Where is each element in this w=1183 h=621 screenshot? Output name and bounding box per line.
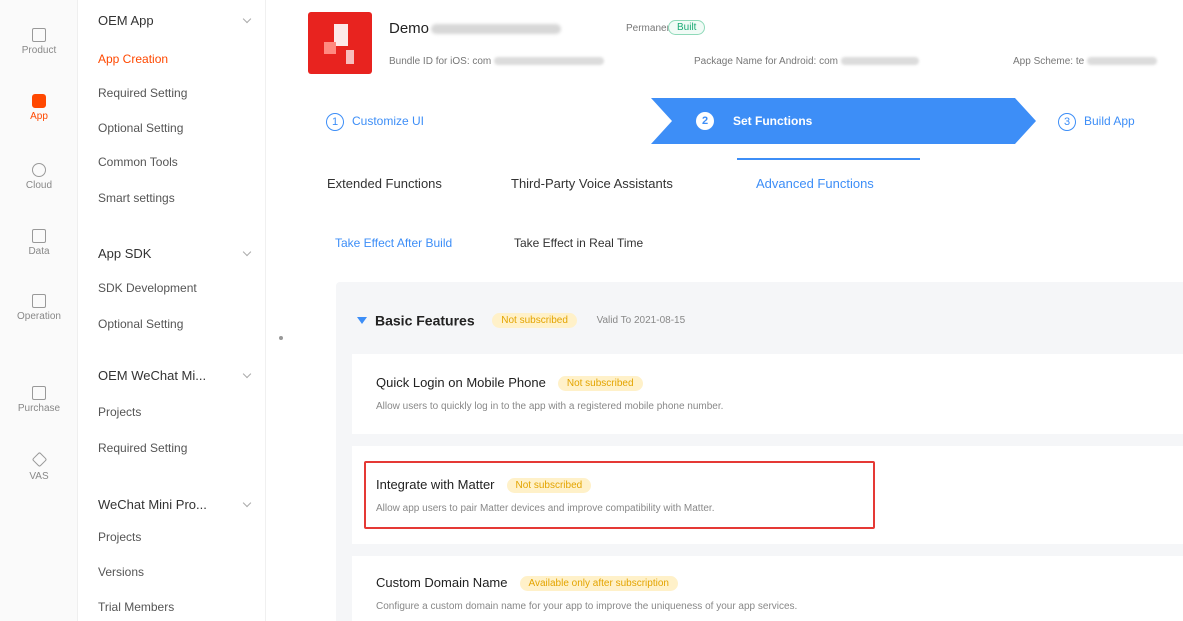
nav-item-smart-settings[interactable]: Smart settings [98,191,258,205]
feature-title: Quick Login on Mobile Phone [376,375,546,390]
feature-description: Configure a custom domain name for your … [376,601,798,612]
step-customize-ui[interactable]: 1 Customize UI [326,104,424,138]
app-icon [32,94,46,108]
feature-title-row: Quick Login on Mobile Phone Not subscribe… [376,375,643,392]
rail-item-operation[interactable]: Operation [0,294,78,322]
basic-features-header[interactable]: Basic Features Not subscribed Valid To 2… [357,312,686,329]
step-label: Set Functions [733,114,813,128]
nav-item-wechat-required-setting[interactable]: Required Setting [98,441,258,455]
nav-group-oem-wechat[interactable]: OEM WeChat Mi... [98,368,258,383]
rail-item-purchase[interactable]: Purchase [0,386,78,414]
subscription-badge: Not subscribed [492,313,577,329]
icon-rail: Product App Cloud Data Operation Purchas… [0,0,78,621]
nav-item-optional-setting[interactable]: Optional Setting [98,121,258,135]
subtab-real-time[interactable]: Take Effect in Real Time [514,236,643,250]
feature-card-custom-domain: Custom Domain Name Available only after s… [352,556,1183,621]
step-number: 3 [1058,112,1076,131]
rail-label: VAS [29,471,49,482]
nav-group-oem-app[interactable]: OEM App [98,13,258,28]
package-name: Package Name for Android: com [694,56,919,67]
subtab-after-build[interactable]: Take Effect After Build [335,236,452,250]
bundle-id: Bundle ID for iOS: com [389,56,605,67]
rail-label: App [30,111,48,122]
sidebar-collapse-handle[interactable] [279,336,283,340]
feature-card-quick-login: Quick Login on Mobile Phone Not subscribe… [352,354,1183,434]
feature-title: Integrate with Matter [376,477,495,492]
subscription-badge: Not subscribed [557,376,643,392]
valid-date: Valid To 2021-08-15 [596,315,686,327]
app-logo [308,12,372,74]
app-title: Demo [389,20,562,37]
nav-item-app-creation[interactable]: App Creation [98,52,258,66]
feature-description: Allow app users to pair Matter devices a… [376,503,715,514]
purchase-icon [32,386,46,400]
app-title-text: Demo [389,20,430,37]
status-badge: Built [668,20,706,35]
nav-item-common-tools[interactable]: Common Tools [98,155,258,169]
nav-item-versions[interactable]: Versions [98,565,258,579]
redacted-text [494,57,605,66]
app-scheme: App Scheme: te [1013,56,1158,67]
rail-item-data[interactable]: Data [0,229,78,257]
feature-card-matter: Integrate with Matter Not subscribed Allo… [352,446,1183,544]
product-icon [32,28,46,42]
sub-sidebar: OEM App App Creation Required Setting Op… [78,0,266,621]
rail-label: Purchase [17,403,61,414]
tab-third-party-voice[interactable]: Third-Party Voice Assistants [511,176,673,191]
step-label: Customize UI [352,114,425,128]
nav-item-trial-members[interactable]: Trial Members [98,600,258,614]
nav-group-label: WeChat Mini Pro... [98,497,207,512]
subscription-badge: Not subscribed [506,478,592,494]
nav-group-wechat-mini[interactable]: WeChat Mini Pro... [98,497,258,512]
feature-title-row: Custom Domain Name Available only after s… [376,575,678,592]
data-icon [32,229,46,243]
step-label: Build App [1084,114,1135,128]
vas-icon [31,451,47,468]
tab-advanced-functions[interactable]: Advanced Functions [756,176,874,191]
caret-down-icon [357,317,367,325]
feature-title: Custom Domain Name [376,575,508,590]
rail-item-app[interactable]: App [0,94,78,122]
function-tabs: Extended Functions Third-Party Voice Ass… [310,158,1183,208]
step-set-functions[interactable]: 2 Set Functions [651,98,1036,144]
chevron-down-icon [242,369,252,379]
redacted-text [431,24,562,35]
package-name-label: Package Name for Android: com [694,56,838,67]
chevron-down-icon [242,14,252,24]
nav-group-app-sdk[interactable]: App SDK [98,246,258,261]
step-build-app[interactable]: 3 Build App [1058,104,1135,138]
operation-icon [32,294,46,308]
rail-label: Product [21,45,57,56]
rail-label: Cloud [25,180,53,191]
rail-label: Operation [17,311,61,322]
feature-title-row: Integrate with Matter Not subscribed [376,477,592,494]
cloud-icon [32,163,46,177]
nav-item-sdk-development[interactable]: SDK Development [98,281,258,295]
redacted-text [840,57,919,66]
subscription-badge: Available only after subscription [519,576,678,592]
rail-item-cloud[interactable]: Cloud [0,163,78,191]
redacted-text [1087,57,1158,66]
section-title: Basic Features [375,312,475,329]
step-number: 1 [326,112,344,131]
rail-label: Data [28,246,50,257]
app-scheme-label: App Scheme: te [1013,56,1085,67]
feature-description: Allow users to quickly log in to the app… [376,401,724,412]
active-tab-indicator [737,158,920,160]
rail-item-vas[interactable]: VAS [0,451,78,482]
nav-group-label: App SDK [98,246,152,261]
tab-extended-functions[interactable]: Extended Functions [327,176,442,191]
nav-group-label: OEM App [98,13,154,28]
rail-item-product[interactable]: Product [0,28,78,56]
nav-item-required-setting[interactable]: Required Setting [98,86,258,100]
bundle-id-label: Bundle ID for iOS: com [389,56,492,67]
nav-item-projects[interactable]: Projects [98,405,258,419]
nav-item-mini-projects[interactable]: Projects [98,530,258,544]
nav-item-sdk-optional-setting[interactable]: Optional Setting [98,317,258,331]
nav-group-label: OEM WeChat Mi... [98,368,207,383]
chevron-down-icon [242,498,252,508]
chevron-down-icon [242,247,252,257]
